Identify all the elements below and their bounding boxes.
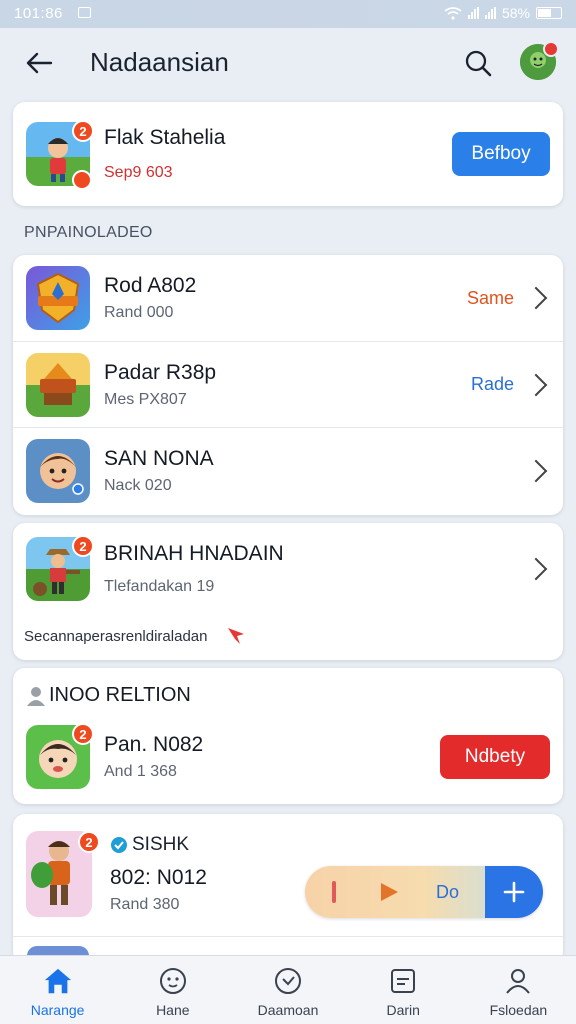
- search-button[interactable]: [460, 45, 496, 81]
- pause-bar-icon[interactable]: [332, 881, 336, 903]
- featured-game-icon: 2: [26, 120, 94, 190]
- game-icon-temple: [26, 352, 90, 417]
- game-icon-shield: [26, 266, 90, 330]
- list-item[interactable]: Padar R38p Mes PX807 Rade: [13, 341, 563, 427]
- chevron-right-icon: [524, 373, 548, 396]
- player-label: Do: [436, 881, 460, 902]
- app-bar: Nadaansian: [0, 28, 576, 98]
- game-list-card: Rod A802 Rand 000 Same Padar R38p Mes PX…: [13, 255, 563, 515]
- notification-dot: [543, 41, 559, 57]
- search-icon: [465, 50, 492, 77]
- person-icon: [27, 686, 45, 706]
- promo-name: BRINAH HNADAIN: [104, 542, 284, 565]
- plus-icon: [503, 881, 525, 903]
- featured-action-button[interactable]: Befboy: [452, 132, 550, 176]
- relation-action-button[interactable]: Ndbety: [440, 735, 550, 779]
- add-button[interactable]: [485, 866, 543, 918]
- list-item-name: Rod A802: [104, 274, 197, 297]
- game-icon-adventurer: 2: [26, 831, 100, 917]
- nav-label: Narange: [30, 1002, 85, 1018]
- cursor-pointer-icon: [228, 628, 245, 644]
- page-title: Nadaansian: [90, 47, 229, 77]
- gallery-icon: [391, 969, 416, 993]
- nav-item-clock[interactable]: Daamoan: [230, 956, 345, 1024]
- status-bar: 101:86 58%: [0, 0, 576, 28]
- game-icon-baby: 2: [26, 723, 94, 789]
- chevron-right-icon: [524, 459, 548, 482]
- clock-icon: [275, 968, 301, 994]
- nav-item-face[interactable]: Hane: [115, 956, 230, 1024]
- featured-badge: 2: [72, 120, 94, 142]
- promo-badge: 2: [72, 535, 94, 557]
- bottom-card[interactable]: 2 SISHK 802: N012 Rand 380 Do: [13, 814, 563, 964]
- face-icon: [159, 968, 186, 994]
- status-indicators: 58%: [444, 5, 562, 21]
- relation-item-sub: And 1 368: [104, 763, 177, 780]
- promo-card[interactable]: 2 BRINAH HNADAIN Tlefandakan 19 Secannap…: [13, 523, 563, 660]
- nav-label: Darin: [386, 1002, 420, 1018]
- list-item-status: Rade: [470, 374, 514, 394]
- battery-icon: [536, 7, 562, 19]
- list-item-name: SAN NONA: [104, 446, 214, 470]
- bottom-badge: 2: [78, 831, 100, 853]
- list-item-sub: Rand 000: [104, 304, 174, 321]
- relation-heading: INOO RELTION: [49, 684, 191, 706]
- relation-item-name: Pan. N082: [104, 733, 204, 756]
- nav-item-gallery[interactable]: Darin: [346, 956, 461, 1024]
- avatar[interactable]: [520, 41, 559, 80]
- list-item[interactable]: SAN NONA Nack 020: [13, 427, 563, 513]
- back-button[interactable]: [22, 46, 56, 80]
- promo-sub: Tlefandakan 19: [104, 578, 215, 595]
- nav-label: Hane: [156, 1002, 190, 1018]
- featured-name: Flak Stahelia: [104, 126, 226, 149]
- notification-icon: [78, 7, 91, 18]
- home-icon: [44, 968, 71, 994]
- featured-sub: Sep9 603: [104, 164, 173, 181]
- game-icon-character: [26, 438, 90, 503]
- chevron-right-icon: [524, 286, 548, 310]
- signal-icon: [467, 7, 479, 19]
- bottom-navigation: Narange Hane Daamoan Darin Fsloedan: [0, 955, 576, 1024]
- list-item-status: Same: [466, 287, 514, 308]
- status-time: 101:86: [14, 5, 63, 22]
- nav-item-home[interactable]: Narange: [0, 956, 115, 1024]
- featured-card[interactable]: 2 Flak Stahelia Sep9 603 Befboy: [13, 102, 563, 206]
- bottom-tag: SISHK: [132, 834, 190, 855]
- list-item-sub: Nack 020: [104, 476, 172, 494]
- relation-badge: 2: [72, 723, 94, 745]
- play-icon[interactable]: [378, 881, 400, 903]
- profile-icon: [506, 969, 531, 994]
- nav-label: Fsloedan: [489, 1002, 548, 1018]
- promo-note: Secannaperasrenldiraladan: [24, 627, 208, 645]
- relation-card: INOO RELTION 2 Pan. N082 And 1 368 Ndbet…: [13, 668, 563, 804]
- featured-badge-lower: [72, 170, 92, 190]
- list-item-sub: Mes PX807: [104, 390, 187, 408]
- nav-label: Daamoan: [257, 1002, 319, 1018]
- list-item[interactable]: Rod A802 Rand 000 Same: [13, 255, 563, 341]
- chevron-right-icon: [524, 557, 548, 581]
- battery-percent: 58%: [501, 5, 530, 21]
- list-item-name: Padar R38p: [104, 360, 217, 384]
- wifi-icon: [444, 6, 462, 20]
- verified-icon: [111, 837, 127, 853]
- promo-game-icon: 2: [26, 535, 94, 601]
- nav-item-profile[interactable]: Fsloedan: [461, 956, 576, 1024]
- list-item[interactable]: 2 Pan. N082 And 1 368 Ndbety: [13, 716, 563, 798]
- arrow-left-icon: [26, 52, 53, 74]
- signal-icon-2: [484, 7, 496, 19]
- media-controls: Do: [305, 866, 543, 918]
- section-heading: PNPAINOLADEO: [24, 224, 153, 241]
